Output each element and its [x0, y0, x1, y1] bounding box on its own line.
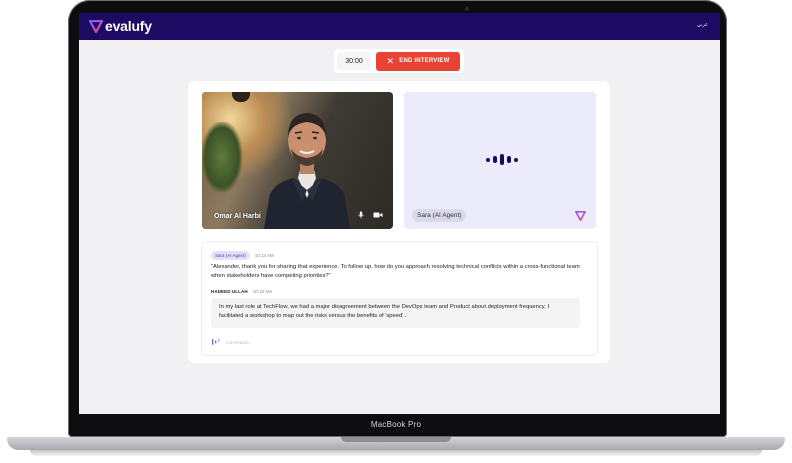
candidate-message-time: 10:15 AM [252, 289, 272, 294]
voice-wave-icon [486, 154, 518, 165]
transcript-panel[interactable]: Sara (AI Agent) 10:14 AM "Alexander, tha… [201, 241, 598, 356]
listening-indicator: LISTENING... [211, 338, 253, 346]
user-name-label: Omar Al Harbi [214, 213, 261, 220]
agent-message-text: "Alexander, thank you for sharing that e… [211, 264, 580, 279]
user-portrait [264, 113, 350, 229]
listening-icon [212, 338, 220, 345]
camera-icon[interactable] [373, 211, 383, 219]
laptop-notch [341, 437, 451, 442]
laptop-shadow [30, 450, 762, 456]
interview-timer: 30:00 [337, 52, 371, 70]
agent-message-header: Sara (AI Agent) 10:14 AM [211, 251, 274, 260]
agent-badge: Sara (AI Agent) [211, 251, 250, 260]
candidate-message-text: In my last role at TechFlow, we had a ma… [211, 298, 580, 328]
interview-controls: 30:00 ✕ END INTERVIEW [334, 49, 464, 73]
interview-card: Omar Al Harbi Sara (AI Agent) Sara (AI A… [188, 81, 610, 363]
language-switch-link[interactable]: عربي [697, 22, 708, 28]
ai-agent-tile: Sara (AI Agent) [404, 92, 596, 229]
device-label: MacBook Pro [370, 420, 422, 429]
screen: evalufy عربي 30:00 ✕ END INTERVIEW Omar … [79, 13, 720, 414]
microphone-icon[interactable] [357, 211, 365, 219]
agent-name-label: Sara (AI Agent) [412, 209, 467, 222]
end-interview-label: END INTERVIEW [399, 58, 450, 64]
brand-name: evalufy [105, 18, 152, 34]
top-navbar: evalufy عربي [79, 13, 720, 40]
agent-message-time: 10:14 AM [254, 253, 274, 258]
user-video-tile: Omar Al Harbi [202, 92, 393, 229]
candidate-message-header: HADEED ULLAH 10:15 AM [211, 289, 272, 294]
evalufy-logo-icon [89, 19, 103, 33]
webcam-dot [465, 7, 469, 11]
brand-logo[interactable]: evalufy [89, 18, 152, 34]
candidate-name: HADEED ULLAH [211, 289, 248, 294]
close-icon: ✕ [386, 55, 395, 66]
listening-label: LISTENING... [226, 339, 253, 345]
background-plant [202, 122, 242, 192]
end-interview-button[interactable]: ✕ END INTERVIEW [376, 51, 460, 71]
evalufy-logo-icon [575, 211, 586, 221]
